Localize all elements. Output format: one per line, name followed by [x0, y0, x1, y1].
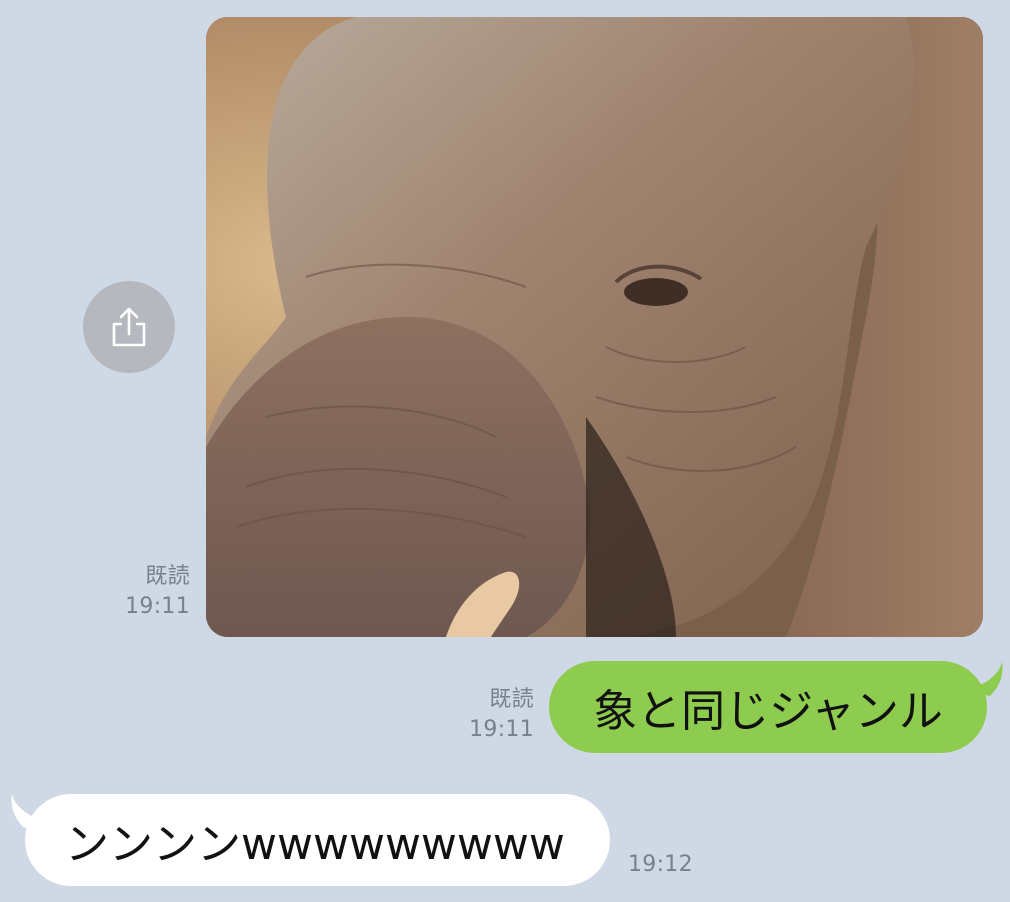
share-icon: [106, 304, 152, 350]
message-text: ンンンンwwwwwwwww: [65, 819, 565, 870]
image-message-meta: 既読 19:11: [125, 562, 190, 622]
received-message-bubble[interactable]: ンンンンwwwwwwwww: [25, 794, 610, 886]
message-time: 19:12: [628, 852, 693, 877]
elephant-photo: [206, 17, 983, 637]
received-message-meta: 19:12: [628, 850, 693, 880]
message-text: 象と同じジャンル: [593, 686, 943, 737]
message-time: 19:11: [125, 594, 190, 619]
read-receipt: 既読: [145, 564, 190, 589]
sent-message-bubble[interactable]: 象と同じジャンル: [549, 661, 987, 753]
share-button[interactable]: [83, 281, 175, 373]
chat-view: 既読 19:11 象と同じジャンル 既読 19:11 ンンンンwwwwwwwww…: [0, 0, 1010, 902]
image-message[interactable]: [206, 17, 983, 637]
message-time: 19:11: [469, 717, 534, 742]
sent-message-meta: 既読 19:11: [469, 685, 534, 745]
read-receipt: 既読: [489, 687, 534, 712]
